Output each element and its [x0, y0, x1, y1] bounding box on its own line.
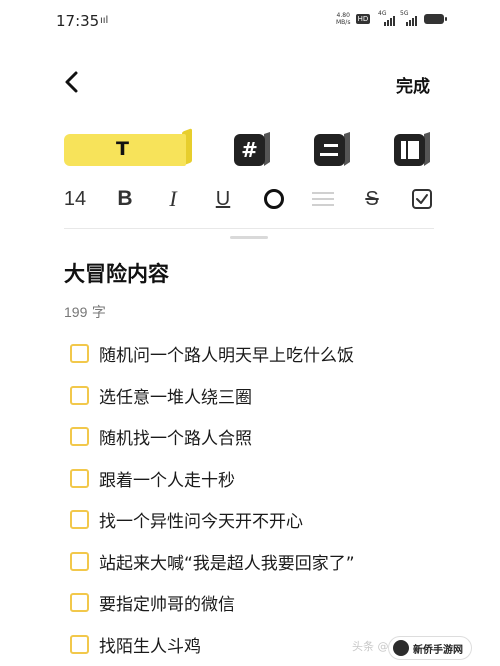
- watermark-logo-icon: [393, 640, 409, 656]
- checklist-item-text[interactable]: 找陌生人斗鸡: [99, 632, 201, 657]
- checklist-item-text[interactable]: 找一个异性问今天开不开心: [99, 507, 303, 532]
- text-style-glyph: T: [116, 138, 129, 160]
- checkbox[interactable]: [70, 385, 89, 405]
- checklist-item-text[interactable]: 站起来大喊“我是超人我要回家了”: [99, 549, 355, 574]
- signal-5g-icon: 5G: [400, 10, 420, 26]
- checklist-item: 找一个异性问今天开不开心: [70, 499, 470, 541]
- checklist-item-text[interactable]: 选任意一堆人绕三圈: [99, 383, 252, 408]
- note-title[interactable]: 大冒险内容: [64, 258, 169, 288]
- checkbox[interactable]: [70, 593, 89, 613]
- checkbox-icon: [412, 189, 432, 209]
- list-button[interactable]: [312, 186, 334, 212]
- checkbox[interactable]: [70, 510, 89, 530]
- signal-5g-label: 5G: [400, 10, 409, 17]
- bold-button[interactable]: B: [114, 186, 136, 212]
- battery-icon: [424, 14, 447, 24]
- watermark-text: 新侨手游网: [413, 644, 463, 656]
- checklist-item-text[interactable]: 要指定帅哥的微信: [99, 590, 235, 615]
- checkbox[interactable]: [70, 634, 89, 654]
- network-speed-unit: MB/s: [336, 19, 351, 26]
- checklist-item-text[interactable]: 随机找一个路人合照: [99, 424, 252, 449]
- word-count-number: 199: [64, 304, 88, 320]
- column-style-button[interactable]: [394, 132, 432, 166]
- toolbar-divider: [64, 228, 434, 229]
- chevron-left-icon: [65, 71, 78, 93]
- checklist-item-text[interactable]: 跟着一个人走十秒: [99, 466, 235, 491]
- checklist-item: 随机问一个路人明天早上吃什么饭: [70, 333, 470, 375]
- checkbox[interactable]: [70, 551, 89, 571]
- drag-handle[interactable]: [230, 236, 268, 239]
- text-style-button[interactable]: T: [64, 128, 192, 168]
- checkbox[interactable]: [70, 427, 89, 447]
- paragraph-style-button[interactable]: [314, 132, 352, 166]
- word-count-unit: 字: [91, 305, 106, 321]
- checklist: 随机问一个路人明天早上吃什么饭 选任意一堆人绕三圈 随机找一个路人合照 跟着一个…: [70, 333, 470, 665]
- checklist-item: 跟着一个人走十秒: [70, 458, 470, 500]
- heading-style-button[interactable]: #: [234, 132, 272, 166]
- signal-4g-label: 4G: [378, 10, 387, 17]
- svg-text:#: #: [241, 138, 258, 162]
- network-speed: 4.80 MB/s: [336, 12, 350, 26]
- checkbox[interactable]: [70, 468, 89, 488]
- checklist-button[interactable]: [410, 186, 434, 212]
- watermark-badge: 新侨手游网: [388, 636, 472, 660]
- font-size-button[interactable]: 14: [62, 186, 88, 212]
- signal-4g-icon: 4G: [378, 10, 398, 26]
- status-bar: 17:35 ııl 4.80 MB/s HD 4G 5G: [0, 0, 500, 42]
- watermark-ghost-text: 头条 @: [352, 640, 389, 653]
- strikethrough-button[interactable]: S: [360, 186, 384, 212]
- checkbox[interactable]: [70, 344, 89, 364]
- vibrate-icon: ııl: [100, 15, 109, 26]
- hashtag-block-icon: #: [234, 132, 270, 166]
- column-block-icon: [394, 132, 430, 166]
- text-color-button[interactable]: [262, 186, 286, 212]
- color-circle-icon: [264, 189, 284, 209]
- status-time: 17:35: [56, 12, 100, 30]
- back-button[interactable]: [58, 68, 88, 98]
- checklist-item-text[interactable]: 随机问一个路人明天早上吃什么饭: [99, 341, 354, 366]
- done-button[interactable]: 完成: [396, 72, 430, 97]
- network-speed-value: 4.80: [336, 12, 350, 19]
- checklist-item: 站起来大喊“我是超人我要回家了”: [70, 541, 470, 583]
- italic-button[interactable]: I: [162, 186, 184, 212]
- align-block-icon: [314, 132, 350, 166]
- checklist-item: 选任意一堆人绕三圈: [70, 375, 470, 417]
- list-lines-icon: [312, 192, 334, 206]
- checklist-item: 随机找一个路人合照: [70, 416, 470, 458]
- hd-icon: HD: [356, 14, 370, 24]
- underline-button[interactable]: U: [212, 186, 234, 212]
- word-count: 199 字: [64, 302, 106, 322]
- checklist-item: 要指定帅哥的微信: [70, 582, 470, 624]
